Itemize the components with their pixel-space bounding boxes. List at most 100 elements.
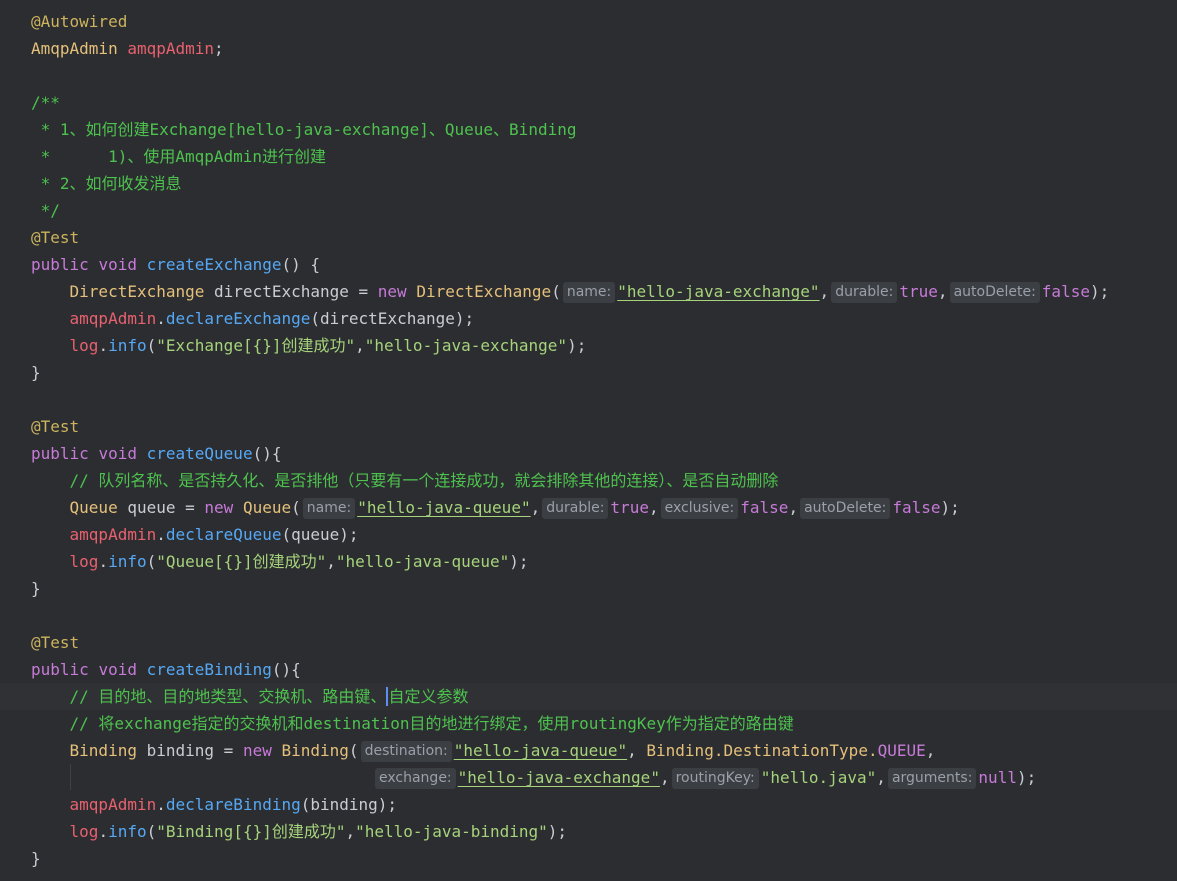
keyword: public [31, 660, 89, 679]
method-name: info [108, 552, 147, 571]
code-line[interactable]: log.info("Exchange[{}]创建成功","hello-java-… [0, 332, 1177, 359]
keyword: void [98, 660, 137, 679]
param-hint: arguments: [887, 768, 977, 789]
keyword: new [204, 498, 234, 517]
method-name: info [108, 822, 147, 841]
punctuation: , [530, 498, 541, 517]
code-line[interactable]: /** [0, 89, 1177, 116]
annotation: @Test [31, 633, 80, 652]
line-comment: // 目的地、目的地类型、交换机、路由键、 [69, 687, 387, 706]
keyword: void [98, 444, 137, 463]
punctuation: (binding); [300, 795, 398, 814]
punctuation: ); [567, 336, 587, 355]
method-name: createExchange [146, 255, 282, 274]
code-line[interactable]: public void createQueue(){ [0, 440, 1177, 467]
code-line[interactable]: * 2、如何收发消息 [0, 170, 1177, 197]
code-line[interactable]: */ [0, 197, 1177, 224]
string-literal: "hello-java-binding" [355, 822, 548, 841]
punctuation: , [937, 282, 948, 301]
code-line[interactable]: @Test [0, 629, 1177, 656]
method-name: declareQueue [165, 525, 282, 544]
keyword: new [242, 741, 272, 760]
code-line[interactable]: * 1、如何创建Exchange[hello-java-exchange]、Qu… [0, 116, 1177, 143]
method-name: createQueue [146, 444, 253, 463]
punctuation: , [788, 498, 799, 517]
code-line[interactable]: AmqpAdmin amqpAdmin; [0, 35, 1177, 62]
punctuation: . [156, 309, 166, 328]
doc-comment: */ [31, 201, 60, 220]
variable-decl: directExchange = [204, 282, 378, 301]
punctuation: } [31, 363, 41, 382]
code-line[interactable]: * 1)、使用AmqpAdmin进行创建 [0, 143, 1177, 170]
punctuation: ); [940, 498, 960, 517]
code-line[interactable]: // 队列名称、是否持久化、是否排他（只要有一个连接成功，就会排除其他的连接）、… [0, 467, 1177, 494]
code-line[interactable]: // 将exchange指定的交换机和destination目的地进行绑定，使用… [0, 710, 1177, 737]
punctuation: , [925, 741, 936, 760]
line-comment: 自定义参数 [388, 687, 469, 706]
param-hint: autoDelete: [949, 282, 1040, 303]
punctuation: } [31, 849, 41, 868]
code-line[interactable]: amqpAdmin.declareExchange(directExchange… [0, 305, 1177, 332]
punctuation: (){ [252, 444, 282, 463]
code-line[interactable]: @Test [0, 224, 1177, 251]
punctuation: ( [291, 498, 301, 517]
punctuation: , [326, 552, 336, 571]
code-line[interactable]: } [0, 845, 1177, 872]
keyword: public [31, 255, 89, 274]
punctuation: . [98, 336, 109, 355]
type-name: Binding.DestinationType. [646, 741, 878, 760]
boolean-literal: false [740, 498, 789, 517]
field-name: amqpAdmin [127, 39, 215, 58]
boolean-literal: false [1041, 282, 1090, 301]
doc-comment: * 2、如何收发消息 [31, 174, 182, 193]
punctuation: ; [214, 39, 224, 58]
type-name: Queue [69, 498, 118, 517]
code-line[interactable]: @Test [0, 413, 1177, 440]
code-line[interactable]: Queue queue = new Queue(name: "hello-java… [0, 494, 1177, 521]
param-hint: exchange: [375, 768, 456, 789]
punctuation: , [627, 741, 647, 760]
punctuation: . [98, 552, 109, 571]
field-name: log [69, 336, 99, 355]
code-line[interactable]: public void createBinding(){ [0, 656, 1177, 683]
punctuation: , [345, 822, 356, 841]
code-line[interactable]: @Autowired [0, 8, 1177, 35]
current-code-line[interactable]: // 目的地、目的地类型、交换机、路由键、 自定义参数 [0, 683, 1177, 710]
code-line[interactable]: exchange: "hello-java-exchange", routingKe… [0, 764, 1177, 791]
keyword: void [98, 255, 137, 274]
punctuation: ( [146, 552, 157, 571]
code-line[interactable]: } [0, 575, 1177, 602]
constructor-name: DirectExchange [416, 282, 552, 301]
code-line[interactable]: log.info("Binding[{}]创建成功","hello-java-b… [0, 818, 1177, 845]
type-name: Binding [69, 741, 137, 760]
code-line[interactable]: DirectExchange directExchange = new Dire… [0, 278, 1177, 305]
code-editor[interactable]: @Autowired AmqpAdmin amqpAdmin; /** * 1、… [0, 0, 1177, 881]
field-name: amqpAdmin [69, 795, 157, 814]
boolean-literal: false [892, 498, 941, 517]
method-name: declareBinding [165, 795, 301, 814]
punctuation: } [31, 579, 41, 598]
punctuation: ( [146, 822, 157, 841]
punctuation: ); [1016, 768, 1037, 787]
annotation: @Test [31, 417, 80, 436]
code-line[interactable]: amqpAdmin.declareQueue(queue); [0, 521, 1177, 548]
code-line[interactable]: amqpAdmin.declareBinding(binding); [0, 791, 1177, 818]
doc-comment: /** [31, 93, 60, 112]
param-hint: exclusive: [660, 498, 739, 519]
punctuation: . [156, 525, 166, 544]
punctuation: (queue); [281, 525, 359, 544]
type-name: AmqpAdmin [31, 39, 118, 58]
line-comment: // 队列名称、是否持久化、是否排他（只要有一个连接成功，就会排除其他的连接）、… [69, 471, 779, 490]
boolean-literal: true [899, 282, 938, 301]
string-literal: "Exchange[{}]创建成功" [156, 336, 356, 355]
code-line[interactable]: log.info("Queue[{}]创建成功","hello-java-que… [0, 548, 1177, 575]
annotation: @Autowired [31, 12, 128, 31]
line-comment: // 将exchange指定的交换机和destination目的地进行绑定，使用… [69, 714, 794, 733]
code-line[interactable]: public void createExchange() { [0, 251, 1177, 278]
punctuation: . [98, 822, 109, 841]
field-name: log [69, 822, 99, 841]
punctuation: ( [146, 336, 157, 355]
code-line[interactable]: } [0, 359, 1177, 386]
string-literal: "hello-java-exchange" [457, 768, 660, 787]
code-line[interactable]: Binding binding = new Binding(destinatio… [0, 737, 1177, 764]
